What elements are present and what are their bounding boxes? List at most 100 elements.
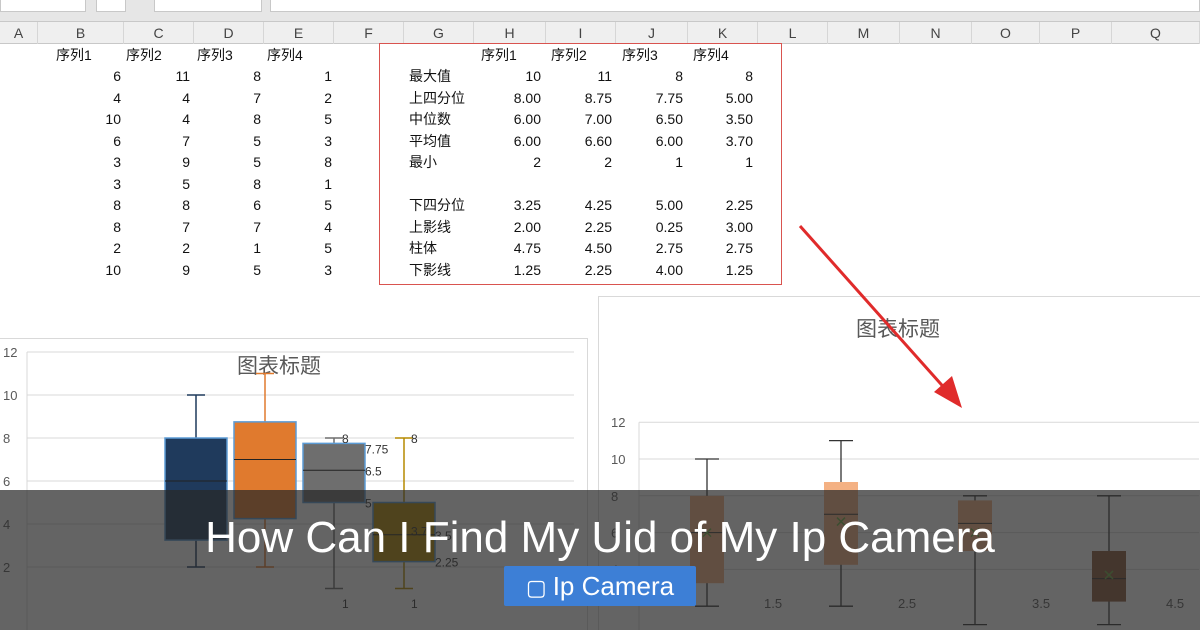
table-cell[interactable]: 10 [81, 109, 121, 129]
table-cell[interactable]: 1 [221, 238, 261, 258]
table-cell[interactable]: 5 [292, 238, 332, 258]
table-cell[interactable]: 1 [292, 174, 332, 194]
stats-cell[interactable]: 8.00 [491, 88, 541, 108]
column-header-d[interactable]: D [194, 22, 264, 44]
table-cell[interactable]: 5 [292, 195, 332, 215]
stats-cell[interactable]: 1.25 [491, 260, 541, 280]
column-header-o[interactable]: O [972, 22, 1040, 44]
table-cell[interactable]: 7 [221, 88, 261, 108]
stats-cell[interactable]: 2.25 [562, 217, 612, 237]
column-header-q[interactable]: Q [1112, 22, 1200, 44]
table-cell[interactable]: 9 [150, 152, 190, 172]
stats-cell[interactable]: 2.25 [703, 195, 753, 215]
table-cell[interactable]: 1 [292, 66, 332, 86]
column-header-b[interactable]: B [38, 22, 124, 44]
table-cell[interactable]: 3 [81, 174, 121, 194]
table-cell[interactable]: 4 [150, 109, 190, 129]
stats-cell[interactable]: 5.00 [703, 88, 753, 108]
stats-cell[interactable]: 4.50 [562, 238, 612, 258]
stats-cell[interactable]: 2 [491, 152, 541, 172]
toolbar-field[interactable] [154, 0, 262, 12]
table-cell[interactable]: 6 [81, 66, 121, 86]
stats-cell[interactable]: 6.60 [562, 131, 612, 151]
stats-cell[interactable]: 3.50 [703, 109, 753, 129]
column-header-k[interactable]: K [688, 22, 758, 44]
table-cell[interactable]: 8 [221, 174, 261, 194]
stats-cell[interactable]: 8.75 [562, 88, 612, 108]
stats-cell[interactable]: 10 [491, 66, 541, 86]
table-cell[interactable]: 8 [81, 195, 121, 215]
stats-cell[interactable]: 7.00 [562, 109, 612, 129]
toolbar-button[interactable] [96, 0, 126, 12]
table-cell[interactable]: 3 [81, 152, 121, 172]
column-header-n[interactable]: N [900, 22, 972, 44]
stats-cell[interactable]: 2.75 [633, 238, 683, 258]
stats-cell[interactable]: 4.25 [562, 195, 612, 215]
stats-cell[interactable] [491, 174, 541, 194]
column-header-j[interactable]: J [616, 22, 688, 44]
table-cell[interactable]: 5 [221, 131, 261, 151]
table-cell[interactable]: 7 [150, 131, 190, 151]
table-cell[interactable]: 6 [81, 131, 121, 151]
stats-cell[interactable]: 6.00 [633, 131, 683, 151]
table-cell[interactable]: 11 [150, 66, 190, 86]
table-cell[interactable]: 8 [292, 152, 332, 172]
column-header-f[interactable]: F [334, 22, 404, 44]
table-cell[interactable]: 4 [292, 217, 332, 237]
table-cell[interactable]: 9 [150, 260, 190, 280]
name-box[interactable] [0, 0, 86, 12]
table-cell[interactable]: 5 [221, 152, 261, 172]
table-cell[interactable]: 3 [292, 260, 332, 280]
table-cell[interactable]: 3 [292, 131, 332, 151]
stats-cell[interactable]: 4.00 [633, 260, 683, 280]
stats-cell[interactable]: 2.00 [491, 217, 541, 237]
table-cell[interactable]: 5 [292, 109, 332, 129]
table-cell[interactable]: 2 [150, 238, 190, 258]
stats-cell[interactable]: 2.75 [703, 238, 753, 258]
table-cell[interactable]: 8 [221, 66, 261, 86]
table-cell[interactable]: 4 [81, 88, 121, 108]
column-header-g[interactable]: G [404, 22, 474, 44]
column-header-h[interactable]: H [474, 22, 546, 44]
stats-cell[interactable]: 6.00 [491, 109, 541, 129]
column-header-p[interactable]: P [1040, 22, 1112, 44]
column-header-e[interactable]: E [264, 22, 334, 44]
stats-cell[interactable]: 4.75 [491, 238, 541, 258]
column-header-a[interactable]: A [0, 22, 38, 44]
stats-cell[interactable]: 3.25 [491, 195, 541, 215]
stats-cell[interactable] [703, 174, 753, 194]
table-cell[interactable]: 2 [81, 238, 121, 258]
table-cell[interactable]: 5 [150, 174, 190, 194]
column-header-m[interactable]: M [828, 22, 900, 44]
stats-cell[interactable]: 3.70 [703, 131, 753, 151]
stats-cell[interactable]: 8 [633, 66, 683, 86]
stats-cell[interactable]: 5.00 [633, 195, 683, 215]
column-header-i[interactable]: I [546, 22, 616, 44]
formula-input[interactable] [270, 0, 1200, 12]
stats-cell[interactable]: 11 [562, 66, 612, 86]
stats-cell[interactable]: 8 [703, 66, 753, 86]
stats-cell[interactable]: 6.50 [633, 109, 683, 129]
table-cell[interactable]: 8 [221, 109, 261, 129]
table-cell[interactable]: 5 [221, 260, 261, 280]
table-cell[interactable]: 2 [292, 88, 332, 108]
stats-cell[interactable]: 1.25 [703, 260, 753, 280]
column-header-c[interactable]: C [124, 22, 194, 44]
table-cell[interactable]: 7 [221, 217, 261, 237]
stats-cell[interactable]: 2 [562, 152, 612, 172]
stats-cell[interactable] [633, 174, 683, 194]
category-tag[interactable]: ▢ Ip Camera [504, 566, 696, 606]
table-cell[interactable]: 7 [150, 217, 190, 237]
table-cell[interactable]: 6 [221, 195, 261, 215]
stats-cell[interactable]: 3.00 [703, 217, 753, 237]
stats-cell[interactable]: 6.00 [491, 131, 541, 151]
stats-cell[interactable]: 7.75 [633, 88, 683, 108]
stats-cell[interactable] [562, 174, 612, 194]
table-cell[interactable]: 8 [150, 195, 190, 215]
stats-cell[interactable]: 2.25 [562, 260, 612, 280]
stats-cell[interactable]: 1 [633, 152, 683, 172]
table-cell[interactable]: 10 [81, 260, 121, 280]
stats-cell[interactable]: 0.25 [633, 217, 683, 237]
table-cell[interactable]: 4 [150, 88, 190, 108]
table-cell[interactable]: 8 [81, 217, 121, 237]
